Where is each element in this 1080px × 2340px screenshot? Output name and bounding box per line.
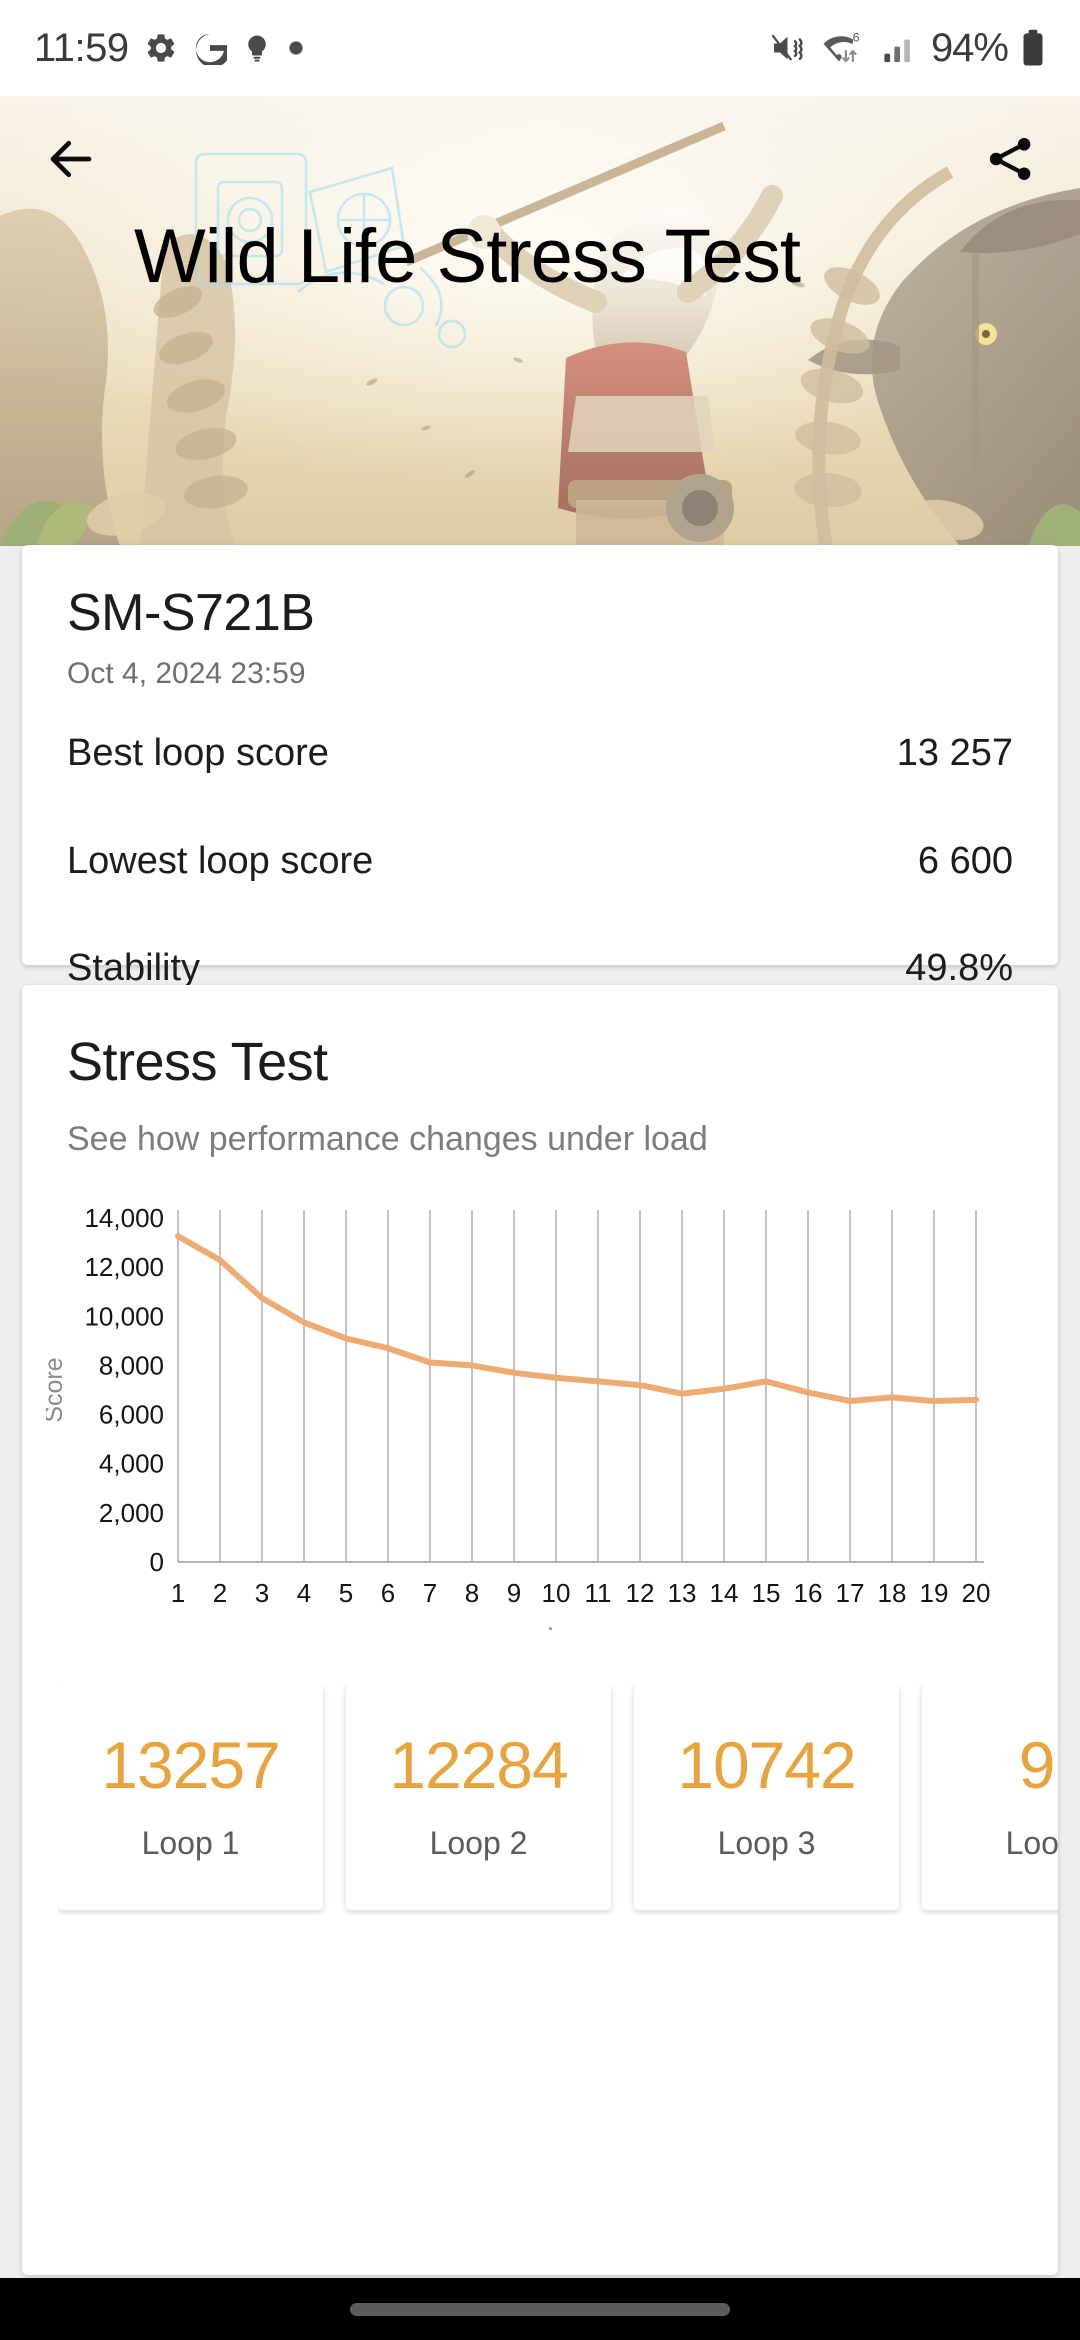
loop-score-label: Loop 2 [429,1825,528,1861]
loop-score-value: 10742 [677,1728,857,1802]
loop-score-value: 12284 [389,1728,569,1802]
stat-value: 13 257 [896,731,1013,774]
battery-icon [1020,29,1046,67]
battery-percent-label: 94% [930,25,1009,70]
stress-test-card: Stress Test See how performance changes … [22,985,1058,2275]
chart-x-tick-label: 6 [381,1578,395,1608]
loop-score-label: Loop 1 [141,1825,240,1861]
share-icon [989,137,1031,180]
loop-score-card[interactable]: 97 Loop 4 [922,1685,1058,1910]
mute-vibrate-icon [769,30,809,66]
chart-x-tick-label: 20 [962,1578,991,1608]
stat-label: Stability [67,946,201,989]
status-bar-clock: 11:59 [34,25,129,70]
chart-y-tick-label: 10,000 [84,1301,164,1331]
chart-x-tick-label: 13 [668,1578,697,1608]
score-line-chart: Score 0 2,000 4,000 6,000 8,000 10,000 12,000 1… [46,1203,991,1630]
chart-y-tick-label: 12,000 [84,1252,164,1282]
home-indicator[interactable] [350,2302,730,2316]
chart-y-tick-label: 2,000 [99,1498,164,1528]
chart-y-tick-label: 0 [150,1547,164,1577]
loop-score-label: Loop 3 [717,1825,816,1861]
stat-label: Best loop score [67,731,329,774]
device-model-name: SM-S721B [67,584,315,642]
chart-x-tick-label: 12 [626,1578,655,1608]
scroll-content[interactable]: SM-S721B Oct 4, 2024 23:59 Best loop sco… [0,96,1080,2340]
stat-value: 49.8% [905,946,1013,989]
page-title: Wild Life Stress Test [134,214,801,299]
chart-x-tick-label: 4 [297,1578,311,1608]
loop-score-value: 13257 [101,1728,281,1802]
chart-y-tick-label: 14,000 [84,1203,164,1233]
chart-x-tick-label: 18 [878,1578,907,1608]
loop-score-label: Loop 4 [1005,1825,1058,1861]
hero-action-bar [0,96,1080,226]
chart-x-tick-label: 7 [423,1578,437,1608]
section-title: Stress Test [67,1032,328,1092]
cellular-signal-icon [881,31,919,65]
status-bar-right: 6 94% [769,26,1046,71]
dot-icon [287,39,305,57]
chart-x-axis-label: Loop [547,1622,607,1630]
chart-x-tick-label: 19 [920,1578,949,1608]
hero-share-button[interactable] [984,133,1036,190]
system-navigation-bar [0,2278,1080,2340]
chart-x-tick-label: 11 [585,1578,612,1608]
section-subtitle: See how performance changes under load [67,1120,708,1158]
chart-series-line [175,1233,979,1405]
loop-score-card[interactable]: 10742 Loop 3 [634,1685,899,1910]
chart-x-tick-label: 3 [255,1578,269,1608]
loop-score-card[interactable]: 13257 Loop 1 [58,1685,323,1910]
chart-x-tick-label: 1 [171,1578,185,1608]
back-arrow-icon [50,140,92,177]
wifi-6-icon: 6 [821,29,869,67]
chart-x-tick-label: 17 [836,1578,865,1608]
result-timestamp: Oct 4, 2024 23:59 [67,657,306,690]
lightbulb-icon [242,31,272,65]
chart-x-tick-label: 2 [213,1578,227,1608]
stress-test-chart: Score 0 2,000 4,000 6,000 8,000 10,000 12,000 1… [46,1200,1036,1630]
google-g-icon [193,31,227,65]
status-bar: 11:59 6 94% [0,0,1080,96]
chart-y-axis-label: Score [46,1357,68,1422]
chart-x-tick-label: 9 [507,1578,521,1608]
svg-text:6: 6 [853,31,860,45]
table-row: Best loop score 13 257 [67,717,1013,789]
phone-screen: 11:59 6 94% Wild Life Stress Test SM-S72… [0,0,1080,2340]
chart-x-tick-label: 5 [339,1578,353,1608]
stat-label: Lowest loop score [67,839,374,882]
loop-score-card-list[interactable]: 13257 Loop 1 12284 Loop 2 10742 Loop 3 97 Loop … [58,1685,1058,1915]
back-button[interactable] [44,132,98,191]
chart-y-tick-label: 6,000 [99,1400,164,1430]
stat-value: 6 600 [917,839,1013,882]
chart-x-tick-label: 8 [465,1578,479,1608]
loop-score-card[interactable]: 12284 Loop 2 [346,1685,611,1910]
chart-x-tick-label: 14 [710,1578,739,1608]
loop-score-value: 97 [1018,1728,1058,1802]
chart-x-tick-label: 10 [542,1578,571,1608]
chart-x-tick-label: 16 [794,1578,823,1608]
table-row: Lowest loop score 6 600 [67,825,1013,897]
chart-y-tick-label: 4,000 [99,1449,164,1479]
chart-x-tick-label: 15 [752,1578,781,1608]
device-summary-card: SM-S721B Oct 4, 2024 23:59 Best loop sco… [22,545,1058,1112]
gear-icon [144,31,178,65]
status-bar-left: 11:59 [34,26,305,71]
chart-y-tick-label: 8,000 [99,1350,164,1380]
